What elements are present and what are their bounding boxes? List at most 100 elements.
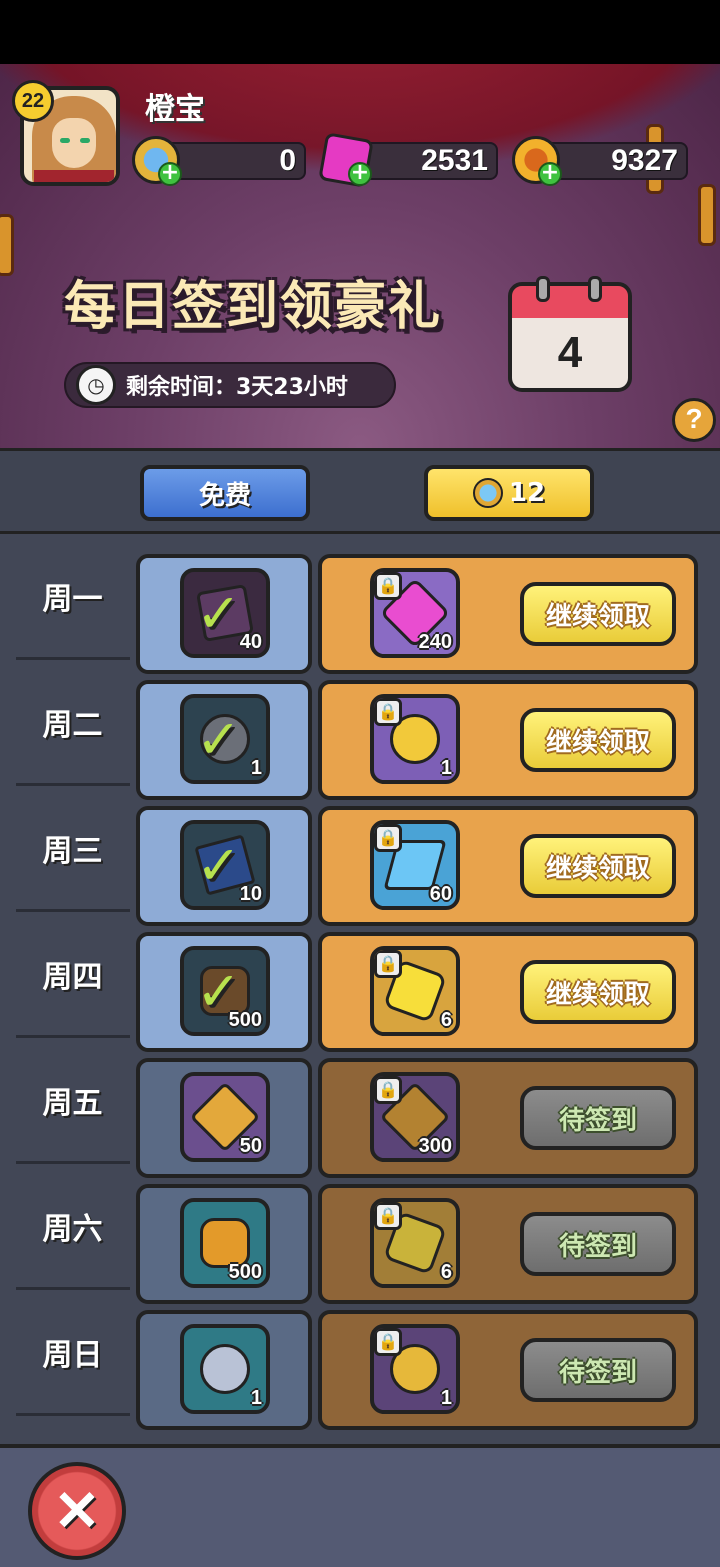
signin-day-count: 4 <box>508 318 632 392</box>
tab-free[interactable]: 免费 <box>140 465 310 521</box>
remaining-time-label: 剩余时间：3天23小时 <box>126 375 348 400</box>
coin-icon: 500 <box>180 1198 270 1288</box>
lock-icon: 🔒 <box>374 1202 402 1230</box>
reward-qty: 1 <box>250 757 262 779</box>
day-label: 周日 <box>42 1338 103 1373</box>
add-diamond-button[interactable]: + <box>158 162 182 186</box>
level-badge: 22 <box>12 80 54 122</box>
free-reward-cell: 500 <box>136 1184 312 1304</box>
add-gold-button[interactable]: + <box>538 162 562 186</box>
free-reward-cell: 50 <box>136 1058 312 1178</box>
reward-qty: 500 <box>228 1009 262 1031</box>
curtain-tassel <box>698 184 716 246</box>
reward-qty: 240 <box>418 631 452 653</box>
gem-currency: 2531 + <box>318 132 498 188</box>
lock-icon: 🔒 <box>374 1328 402 1356</box>
ticket-icon: ✓ 40 <box>180 568 270 658</box>
reward-row-fri: 周五 50 🔒 300 待签到 <box>0 1038 720 1178</box>
lock-icon: 🔒 <box>374 824 402 852</box>
reward-row-mon: 周一 ✓ 40 🔒 240 继续领取 <box>0 534 720 674</box>
premium-reward-cell: 🔒 1 待签到 <box>318 1310 698 1430</box>
day-label: 周四 <box>42 960 103 995</box>
close-button[interactable]: ✕ <box>28 1462 126 1560</box>
remaining-time: ◷ 剩余时间：3天23小时 <box>64 362 396 408</box>
curtain-tassel <box>0 214 14 276</box>
tab-premium[interactable]: 12 <box>424 465 594 521</box>
day-label: 周二 <box>42 708 103 743</box>
pending-signin-button[interactable]: 待签到 <box>520 1212 676 1276</box>
reward-row-sun: 周日 1 🔒 1 待签到 <box>0 1290 720 1430</box>
reward-qty: 60 <box>429 883 452 905</box>
reward-qty: 500 <box>228 1261 262 1283</box>
pending-signin-button[interactable]: 待签到 <box>520 1338 676 1402</box>
page-title: 每日签到领豪礼 <box>64 277 443 337</box>
reward-qty: 1 <box>250 1387 262 1409</box>
free-reward-cell: ✓ 1 <box>136 680 312 800</box>
key-icon: ✓ 1 <box>180 694 270 784</box>
free-reward-cell: 1 <box>136 1310 312 1430</box>
reward-qty: 10 <box>239 883 262 905</box>
premium-reward-cell: 🔒 6 待签到 <box>318 1184 698 1304</box>
premium-reward-cell: 🔒 6 继续领取 <box>318 932 698 1052</box>
lock-icon: 🔒 <box>374 698 402 726</box>
gold-key-icon: 🔒 1 <box>370 694 460 784</box>
player-avatar[interactable]: 22 <box>12 80 124 190</box>
reward-qty: 40 <box>239 631 262 653</box>
reward-row-sat: 周六 500 🔒 6 待签到 <box>0 1164 720 1304</box>
reward-qty: 6 <box>440 1261 452 1283</box>
continue-claim-button[interactable]: 继续领取 <box>520 960 676 1024</box>
status-bar <box>0 0 720 64</box>
reward-qty: 300 <box>418 1135 452 1157</box>
day-label: 周六 <box>42 1212 103 1247</box>
continue-claim-button[interactable]: 继续领取 <box>520 708 676 772</box>
premium-reward-cell: 🔒 240 继续领取 <box>318 554 698 674</box>
player-name: 橙宝 <box>145 92 205 127</box>
premium-reward-cell: 🔒 300 待签到 <box>318 1058 698 1178</box>
lock-icon: 🔒 <box>374 572 402 600</box>
reward-qty: 6 <box>440 1009 452 1031</box>
puzzle-icon: 🔒 300 <box>370 1072 460 1162</box>
gold-gem-icon: 🔒 6 <box>370 946 460 1036</box>
continue-claim-button[interactable]: 继续领取 <box>520 582 676 646</box>
lock-icon: 🔒 <box>374 1076 402 1104</box>
diamond-currency: 0 + <box>132 136 306 186</box>
premium-reward-cell: 🔒 60 继续领取 <box>318 806 698 926</box>
continue-claim-button[interactable]: 继续领取 <box>520 834 676 898</box>
pending-signin-button[interactable]: 待签到 <box>520 1086 676 1150</box>
daily-signin-banner: 22 橙宝 0 + 2531 + 9327 + 每日签到领豪礼 ◷ 剩余时间：3… <box>0 64 720 448</box>
add-gem-button[interactable]: + <box>348 162 372 186</box>
premium-cost: 12 <box>508 478 546 508</box>
day-label: 周一 <box>42 582 103 617</box>
free-reward-cell: ✓ 40 <box>136 554 312 674</box>
premium-reward-cell: 🔒 1 继续领取 <box>318 680 698 800</box>
reward-row-tue: 周二 ✓ 1 🔒 1 继续领取 <box>0 660 720 800</box>
help-button[interactable]: ? <box>672 398 716 442</box>
day-label: 周五 <box>42 1086 103 1121</box>
gold-gem-icon: 🔒 6 <box>370 1198 460 1288</box>
reward-row-thu: 周四 ✓ 500 🔒 6 继续领取 <box>0 912 720 1052</box>
coin-icon: ✓ 500 <box>180 946 270 1036</box>
claimed-check-icon: ✓ <box>196 708 242 771</box>
bottom-bar: ✕ <box>0 1444 720 1567</box>
day-label: 周三 <box>42 834 103 869</box>
gold-key-icon: 🔒 1 <box>370 1324 460 1414</box>
lightning-icon: 🔒 60 <box>370 820 460 910</box>
reward-list: 周一 ✓ 40 🔒 240 继续领取 周二 ✓ 1 🔒 1 继续领取 周三 ✓ … <box>0 534 720 1444</box>
lock-icon: 🔒 <box>374 950 402 978</box>
calendar-icon: 4 <box>508 276 632 392</box>
reward-tier-header: 免费 12 <box>0 448 720 534</box>
reward-qty: 1 <box>440 757 452 779</box>
clock-icon: ◷ <box>76 365 116 405</box>
claimed-check-icon: ✓ <box>196 582 242 645</box>
free-reward-cell: ✓ 10 <box>136 806 312 926</box>
pink-gem-icon: 🔒 240 <box>370 568 460 658</box>
free-reward-cell: ✓ 500 <box>136 932 312 1052</box>
reward-row-wed: 周三 ✓ 10 🔒 60 继续领取 <box>0 786 720 926</box>
diamond-coin-icon <box>472 478 503 508</box>
card-icon: ✓ 10 <box>180 820 270 910</box>
silver-key-icon: 1 <box>180 1324 270 1414</box>
claimed-check-icon: ✓ <box>196 834 242 897</box>
reward-qty: 50 <box>239 1135 262 1157</box>
reward-qty: 1 <box>440 1387 452 1409</box>
puzzle-icon: 50 <box>180 1072 270 1162</box>
